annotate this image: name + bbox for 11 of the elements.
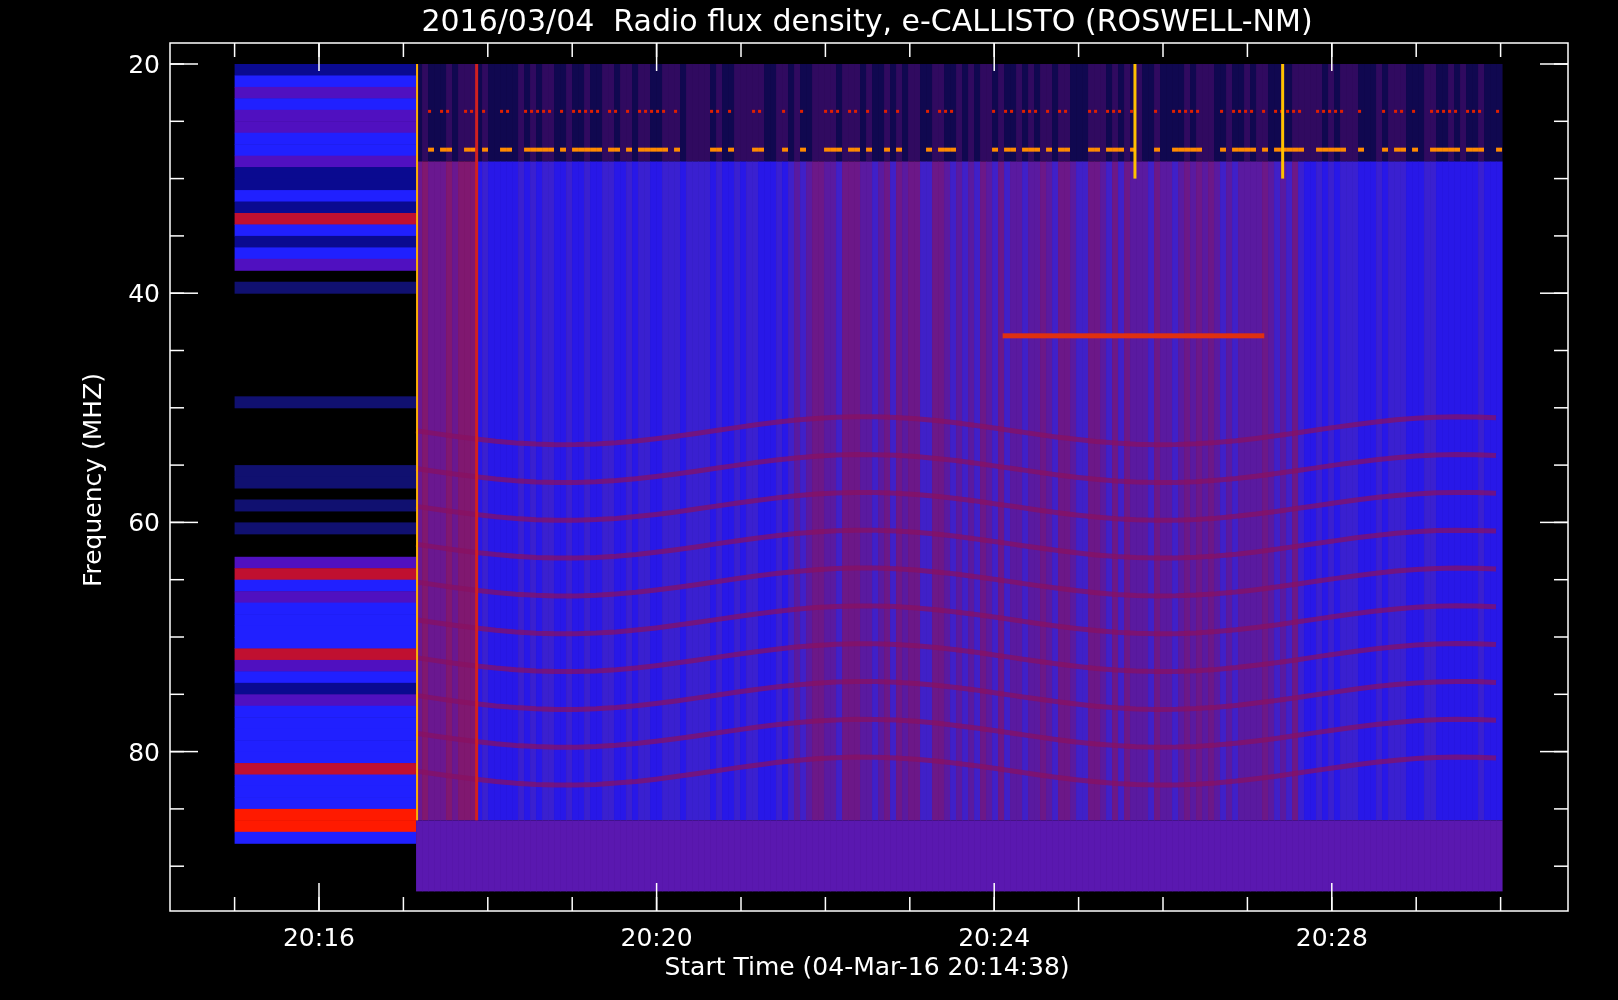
x-axis-label: Start Time (04-Mar-16 20:14:38) [664,952,1070,981]
y-tick-label: 60 [128,508,160,538]
y-tick-label: 20 [128,50,160,79]
x-tick-label: 20:20 [620,923,693,952]
x-tick-label: 20:16 [283,923,355,952]
chart-title: 2016/03/04 Radio flux density, e-CALLISTO (ROSWELL-NM) [421,3,1313,38]
y-tick-label: 40 [128,279,160,309]
x-tick-label: 20:24 [958,923,1031,952]
y-tick-label: 80 [128,737,160,767]
y-axis-label: Frequency (MHZ) [78,372,107,588]
x-tick-label: 20:28 [1295,923,1368,952]
